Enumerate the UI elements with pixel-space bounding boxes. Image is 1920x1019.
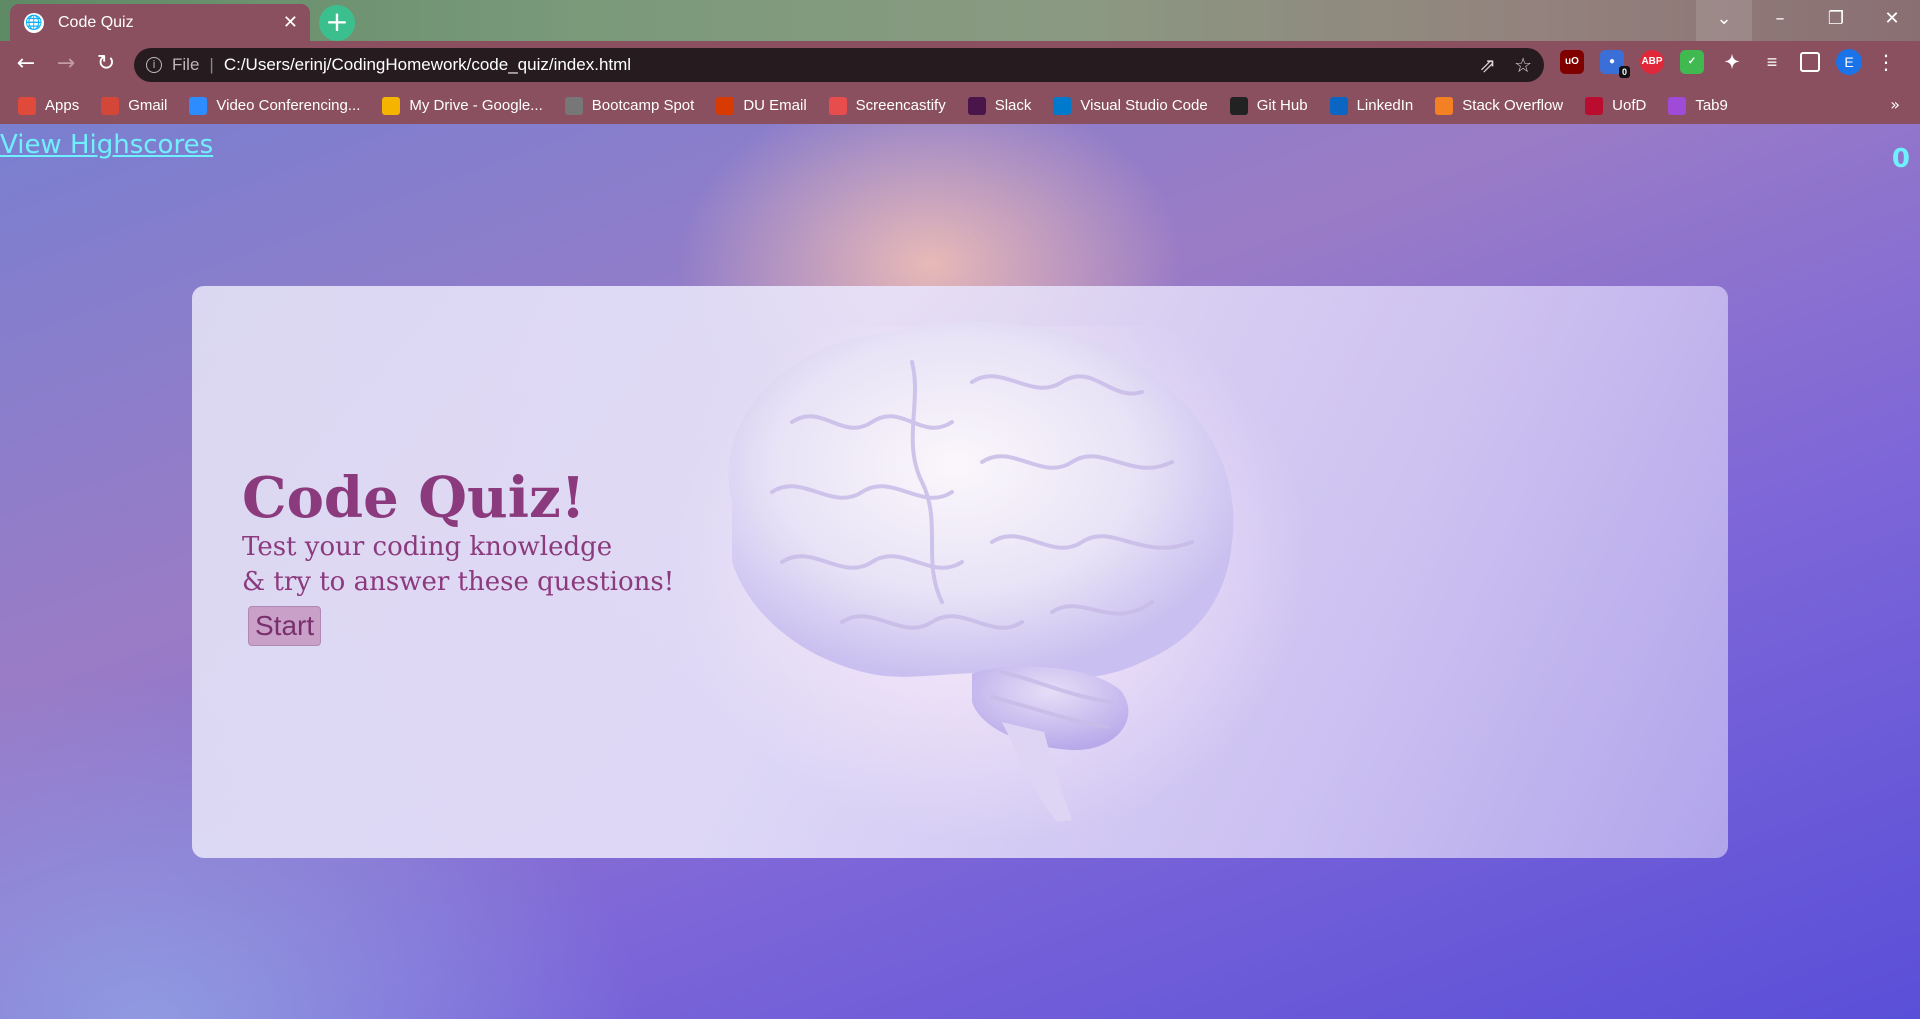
minimize-button[interactable]: – [1752,0,1808,41]
bookmark-label: Tab9 [1695,97,1728,114]
zoom-icon [189,96,208,115]
extension-badge: 0 [1618,66,1630,78]
bookmark-label: DU Email [743,97,807,114]
bookmark-item[interactable]: DU Email [716,96,807,115]
share-icon[interactable]: ⇗ [1479,53,1496,77]
adblock-icon[interactable]: ABP [1640,50,1664,74]
bookmark-label: Video Conferencing... [216,97,361,114]
url-text[interactable]: C:/Users/erinj/CodingHomework/code_quiz/… [224,55,1461,75]
info-icon[interactable]: i [146,57,162,73]
profile-avatar[interactable]: E [1836,49,1862,75]
tab-strip: 🌐 Code Quiz ✕ + ⌄ – ❐ ✕ [0,0,1920,41]
globe-icon: 🌐 [24,12,44,33]
browser-tab-active[interactable]: 🌐 Code Quiz ✕ [10,4,310,41]
vscode-icon [1053,96,1072,115]
bookmarks-bar: Apps Gmail Video Conferencing... My Drive -… [0,87,1920,124]
browser-toolbar: ← → ↻ i File | C:/Users/erinj/CodingHome… [0,41,1920,87]
drive-icon [382,96,401,115]
url-scheme: File [172,55,200,74]
forward-arrow-icon[interactable]: → [46,44,86,84]
bookmark-label: UofD [1612,97,1647,114]
tab9-icon [1668,96,1687,115]
back-arrow-icon[interactable]: ← [6,44,46,84]
bookmark-label: My Drive - Google... [409,97,543,114]
bookmark-label: Apps [45,97,80,114]
bookmark-label: Bootcamp Spot [591,97,695,114]
bookmark-label: LinkedIn [1356,97,1414,114]
bookmark-item[interactable]: Slack [967,96,1032,115]
quiz-title: Code Quiz! [242,465,586,531]
bookmark-item[interactable]: Tab9 [1668,96,1728,115]
bookmark-item[interactable]: Git Hub [1229,96,1308,115]
timer-display: 0 [1891,144,1910,174]
gmail-icon [101,96,120,115]
bookmark-label: Git Hub [1256,97,1308,114]
bookmark-item[interactable]: LinkedIn [1329,96,1414,115]
bookmark-item[interactable]: Screencastify [828,96,946,115]
bookmark-label: Visual Studio Code [1080,97,1208,114]
bookmark-label: Stack Overflow [1462,97,1564,114]
start-button[interactable]: Start [248,606,322,646]
quiz-subtitle-line-2: & try to answer these questions! [242,567,675,597]
stackoverflow-icon [1435,96,1454,115]
bookmark-item[interactable]: Visual Studio Code [1053,96,1208,115]
linkedin-icon [1329,96,1348,115]
menu-kebab-icon[interactable]: ⋮ [1876,50,1896,74]
quiz-page: View Highscores 0 Code Quiz! Test your c… [0,124,1920,1019]
screencastify-icon [828,96,847,115]
bookmark-label: Slack [994,97,1032,114]
quiz-subtitle-line-1: Test your coding knowledge [242,532,613,562]
bookmark-item[interactable]: My Drive - Google... [382,96,543,115]
close-icon[interactable]: ✕ [283,12,298,33]
github-icon [1229,96,1248,115]
bookmark-item[interactable]: Bootcamp Spot [564,96,695,115]
honey-icon[interactable]: ● 0 [1600,50,1630,78]
bookmark-item[interactable]: Gmail [101,96,168,115]
side-panel-icon[interactable] [1800,52,1820,72]
slack-icon [967,96,986,115]
view-highscores-link[interactable]: View Highscores [0,130,213,160]
restore-button[interactable]: ❐ [1808,0,1864,41]
bookmark-item[interactable]: UofD [1585,96,1647,115]
apps-grid-icon [18,96,36,115]
extensions-area: uO ● 0 ABP ✓ ✦ ≡ E ⋮ [1560,49,1896,78]
quiz-card: Code Quiz! Test your coding knowledge & … [192,286,1728,858]
close-window-button[interactable]: ✕ [1864,0,1920,41]
office-icon [716,96,735,115]
bookmarks-overflow-icon[interactable]: » [1890,95,1900,114]
uofd-icon [1585,96,1604,115]
bookmark-label: Gmail [128,97,168,114]
bookmark-item[interactable]: Apps [18,96,80,115]
bookmark-item[interactable]: Stack Overflow [1435,96,1564,115]
chevron-down-icon[interactable]: ⌄ [1696,0,1752,41]
url-separator: | [209,55,214,74]
tab-title: Code Quiz [58,13,134,31]
quiz-intro: Code Quiz! Test your coding knowledge & … [242,466,674,646]
window-controls: ⌄ – ❐ ✕ [1696,0,1920,41]
globe-icon [564,96,583,115]
address-bar[interactable]: i File | C:/Users/erinj/CodingHomework/c… [134,48,1544,82]
reading-list-icon[interactable]: ≡ [1760,50,1784,74]
puzzle-icon[interactable]: ✦ [1720,50,1744,74]
ublock-icon[interactable]: uO [1560,50,1584,74]
star-icon[interactable]: ☆ [1514,53,1532,77]
bookmark-label: Screencastify [855,97,946,114]
reload-icon[interactable]: ↻ [86,44,126,84]
new-tab-button[interactable]: + [319,5,355,41]
shield-icon[interactable]: ✓ [1680,50,1704,74]
bookmark-item[interactable]: Video Conferencing... [189,96,361,115]
brain-image [728,322,1234,822]
